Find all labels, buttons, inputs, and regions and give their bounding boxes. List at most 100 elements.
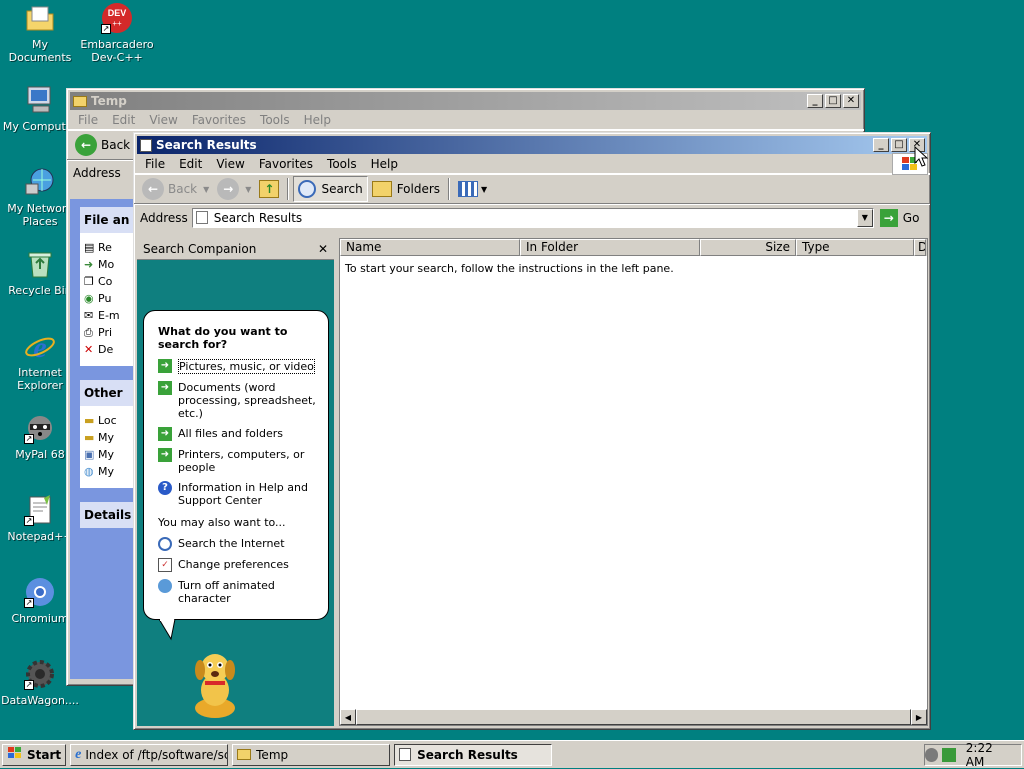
maximize-button[interactable]: □ (891, 138, 907, 152)
details-header[interactable]: Details (80, 502, 140, 528)
task-item[interactable]: ▤ Re (84, 241, 140, 254)
column-size[interactable]: Size (700, 239, 796, 256)
close-pane-icon[interactable]: ✕ (318, 242, 328, 256)
mypal-raccoon-icon: ↗ (24, 412, 56, 444)
scrollbar-thumb[interactable] (356, 709, 911, 725)
tray-volume-icon[interactable] (942, 747, 956, 762)
menu-edit[interactable]: Edit (105, 113, 142, 127)
menu-tools[interactable]: Tools (320, 157, 364, 171)
network-places-icon (24, 166, 56, 198)
magnifier-icon (298, 180, 317, 198)
dropdown-arrow-icon[interactable]: ▼ (203, 185, 209, 194)
back-arrow-icon: ← (142, 178, 164, 200)
dropdown-arrow-icon: ▼ (481, 184, 488, 194)
back-arrow-icon: ← (75, 134, 97, 156)
views-button[interactable]: ▼ (454, 176, 491, 202)
search-option-documents[interactable]: ➜ Documents (word processing, spreadshee… (158, 381, 318, 420)
clock[interactable]: 2:22 AM (966, 741, 1013, 769)
address-dropdown-button[interactable]: ▼ (856, 208, 873, 227)
svg-text:e: e (33, 331, 46, 362)
folders-button[interactable]: Folders (368, 176, 444, 202)
file-tasks-header[interactable]: File an (80, 207, 140, 233)
place-item[interactable]: ▬ Loc (84, 414, 140, 427)
search-button[interactable]: Search (293, 176, 368, 202)
shortcut-arrow-icon: ↗ (101, 24, 111, 34)
menu-file[interactable]: File (71, 113, 105, 127)
folder-icon: ▬ (84, 414, 95, 427)
shortcut-arrow-icon: ↗ (24, 598, 34, 608)
back-button[interactable]: ← Back (71, 132, 134, 158)
go-arrow-icon: → (879, 208, 898, 227)
column-date[interactable]: D (914, 239, 926, 256)
svg-text:DEV: DEV (108, 8, 127, 18)
task-item[interactable]: ➜ Mo (84, 258, 140, 271)
also-search-internet[interactable]: Search the Internet (158, 537, 318, 551)
go-button[interactable]: → Go (879, 208, 919, 227)
views-icon (458, 181, 479, 197)
column-in-folder[interactable]: In Folder (520, 239, 700, 256)
menu-favorites[interactable]: Favorites (185, 113, 253, 127)
taskbar-item-temp[interactable]: Temp (232, 743, 391, 766)
search-titlebar[interactable]: Search Results _ □ ✕ (137, 136, 927, 154)
character-icon (158, 579, 172, 593)
internet-explorer-icon: e (75, 746, 82, 762)
also-change-preferences[interactable]: ✓ Change preferences (158, 558, 318, 572)
details-panel: Details (80, 502, 140, 528)
place-item[interactable]: ▣ My (84, 448, 140, 461)
search-option-printers[interactable]: ➜ Printers, computers, or people (158, 448, 318, 474)
green-arrow-icon: ➜ (158, 359, 172, 373)
internet-search-icon (158, 537, 172, 551)
task-item[interactable]: ⎙ Pri (84, 326, 140, 339)
menu-view[interactable]: View (209, 157, 251, 171)
forward-button[interactable]: → ▼ (213, 176, 255, 202)
shortcut-arrow-icon: ↗ (24, 680, 34, 690)
other-places-header[interactable]: Other (80, 380, 140, 406)
dropdown-arrow-icon[interactable]: ▼ (245, 185, 251, 194)
copy-icon: ❐ (84, 275, 94, 288)
green-arrow-icon: ➜ (158, 448, 172, 462)
menu-edit[interactable]: Edit (172, 157, 209, 171)
taskbar-item-search-results[interactable]: Search Results (394, 743, 553, 766)
menu-help[interactable]: Help (364, 157, 405, 171)
column-name[interactable]: Name (340, 239, 520, 256)
also-turn-off-character[interactable]: Turn off animated character (158, 579, 318, 605)
menu-view[interactable]: View (142, 113, 184, 127)
menu-help[interactable]: Help (297, 113, 338, 127)
tray-network-icon[interactable] (925, 747, 939, 762)
windows-flag-icon (7, 746, 23, 763)
column-type[interactable]: Type (796, 239, 914, 256)
email-icon: ✉ (84, 309, 94, 322)
search-dog-character-icon[interactable] (185, 650, 245, 722)
scroll-left-arrow-icon[interactable]: ◀ (340, 709, 356, 725)
desktop-icon-my-documents[interactable]: My Documents (0, 2, 80, 64)
menu-tools[interactable]: Tools (253, 113, 297, 127)
desktop-icon-dev-cpp[interactable]: DEV ++ ↗ Embarcadero Dev-C++ (77, 2, 157, 64)
address-input[interactable]: Search Results ▼ (191, 207, 874, 228)
search-option-help[interactable]: ? Information in Help and Support Center (158, 481, 318, 507)
scroll-right-arrow-icon[interactable]: ▶ (911, 709, 927, 725)
taskbar: Start e Index of /ftp/software/scr... Te… (0, 740, 1024, 769)
maximize-button[interactable]: □ (825, 94, 841, 108)
search-option-all-files[interactable]: ➜ All files and folders (158, 427, 318, 441)
back-button[interactable]: ← Back ▼ (138, 176, 213, 202)
close-button[interactable]: ✕ (843, 94, 859, 108)
menu-favorites[interactable]: Favorites (252, 157, 320, 171)
start-button[interactable]: Start (2, 743, 67, 766)
up-folder-button[interactable]: ↑ (255, 176, 283, 202)
horizontal-scrollbar[interactable]: ◀ ▶ (340, 709, 927, 725)
task-item[interactable]: ✉ E-m (84, 309, 140, 322)
task-item[interactable]: ✕ De (84, 343, 140, 356)
internet-explorer-icon: e (24, 330, 56, 364)
svg-text:++: ++ (112, 19, 122, 28)
task-item[interactable]: ❐ Co (84, 275, 140, 288)
menu-file[interactable]: File (138, 157, 172, 171)
place-item[interactable]: ▬ My (84, 431, 140, 444)
minimize-button[interactable]: _ (873, 138, 889, 152)
task-item[interactable]: ◉ Pu (84, 292, 140, 305)
taskbar-item-browser[interactable]: e Index of /ftp/software/scr... (70, 743, 229, 766)
search-results-window[interactable]: Search Results _ □ ✕ File Edit View Favo… (133, 132, 931, 730)
search-option-pictures[interactable]: ➜ Pictures, music, or video (158, 359, 318, 374)
minimize-button[interactable]: _ (807, 94, 823, 108)
temp-titlebar[interactable]: Temp _ □ ✕ (70, 92, 861, 110)
place-item[interactable]: ◍ My (84, 465, 140, 478)
